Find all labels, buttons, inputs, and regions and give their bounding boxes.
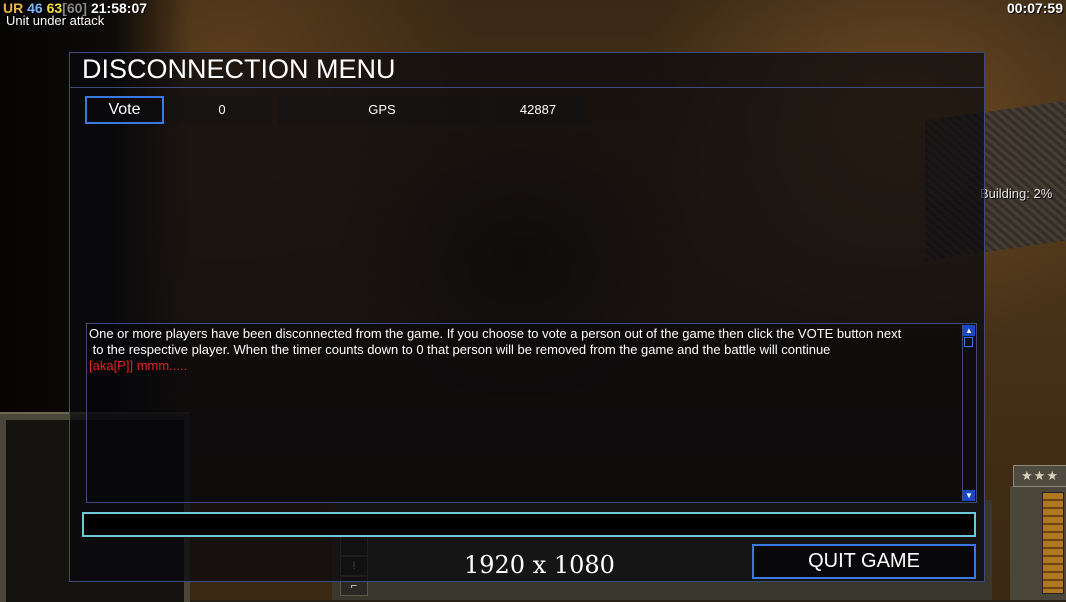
scroll-thumb[interactable] (964, 337, 973, 347)
disconnection-dialog: DISCONNECTION MENU Vote 0 GPS 42887 One … (69, 52, 985, 582)
chat-message: [aka[P]] mmm..... (89, 358, 188, 373)
quit-game-button[interactable]: QUIT GAME (752, 544, 976, 579)
vote-button[interactable]: Vote (85, 96, 164, 124)
scroll-down-icon[interactable]: ▼ (963, 490, 975, 501)
chat-line: One or more players have been disconnect… (89, 326, 902, 341)
player-name: GPS (278, 96, 486, 124)
vote-count: 0 (172, 96, 272, 124)
chat-log[interactable]: One or more players have been disconnect… (86, 323, 977, 503)
resolution-label: 1920 x 1080 (464, 551, 615, 579)
chat-line: to the respective player. When the timer… (89, 342, 831, 357)
player-timer: 42887 (490, 96, 586, 124)
building-progress: Building: 2% (980, 186, 1053, 201)
title-divider (70, 87, 984, 88)
elapsed-timer: 00:07:59 (1006, 0, 1063, 16)
chat-text: One or more players have been disconnect… (89, 326, 960, 374)
scroll-up-icon[interactable]: ▲ (963, 325, 975, 336)
alert-text: Unit under attack (6, 13, 105, 28)
chat-input[interactable] (82, 512, 976, 537)
rank-gauge (1042, 492, 1064, 594)
rank-stars-badge: ★★★ (1013, 465, 1066, 487)
dialog-title: DISCONNECTION MENU (82, 54, 396, 84)
chat-scrollbar[interactable]: ▲ ▼ (962, 325, 975, 501)
